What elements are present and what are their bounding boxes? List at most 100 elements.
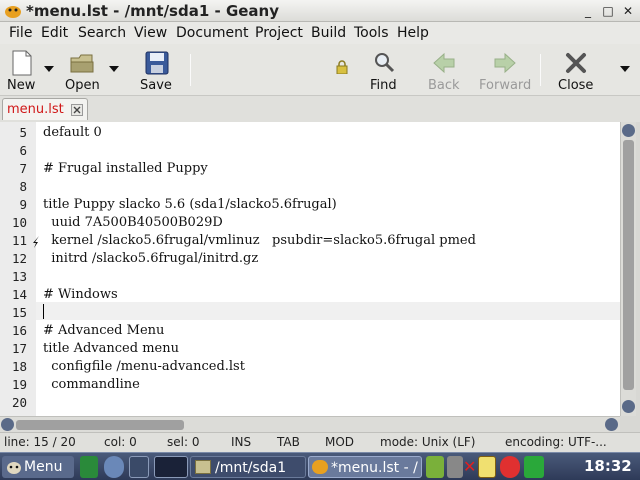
code-line: uuid 7A500B40500B029D	[43, 215, 223, 230]
line-number: 18	[11, 359, 27, 374]
line-number: 5	[19, 125, 27, 140]
menu-help[interactable]: Help	[397, 25, 429, 41]
folder-open-icon	[70, 54, 94, 73]
arrow-right-icon	[494, 52, 516, 74]
find-button[interactable]: Find	[366, 46, 402, 94]
menu-edit[interactable]: Edit	[41, 25, 68, 41]
clock: 18:32	[584, 457, 632, 475]
scrollbar-corner	[620, 416, 640, 432]
geany-icon	[5, 6, 21, 18]
line-number: 20	[11, 395, 27, 410]
tray-stop-icon[interactable]	[500, 456, 520, 478]
toolbar-separator	[540, 54, 541, 86]
menu-tools[interactable]: Tools	[354, 25, 389, 41]
line-number: 12	[11, 251, 27, 266]
desktop-icon[interactable]	[80, 456, 98, 478]
tab-menu-lst[interactable]: menu.lst	[2, 98, 88, 120]
line-number: 10	[11, 215, 27, 230]
menubar: File Edit Search View Document Project B…	[0, 22, 640, 44]
new-button[interactable]: New	[4, 46, 40, 94]
vertical-scrollbar[interactable]	[620, 122, 636, 416]
code-line: title Advanced menu	[43, 341, 179, 356]
status-col: col: 0	[104, 435, 137, 449]
menu-document[interactable]: Document	[176, 25, 249, 41]
task-file-manager[interactable]: /mnt/sda1	[190, 456, 306, 478]
puppy-icon	[7, 462, 21, 474]
tray-close-icon[interactable]: ✕	[463, 456, 476, 478]
window-title: *menu.lst - /mnt/sda1 - Geany	[26, 2, 280, 20]
menu-build[interactable]: Build	[311, 25, 346, 41]
lock-icon[interactable]	[336, 60, 348, 74]
line-number: 9	[19, 197, 27, 212]
geany-icon	[312, 460, 328, 474]
line-number: 7	[19, 161, 27, 176]
magnifier-icon	[375, 53, 395, 73]
workspace-pager[interactable]	[154, 456, 188, 478]
new-dropdown-arrow[interactable]	[44, 66, 54, 72]
vertical-scroll-thumb[interactable]	[623, 140, 634, 390]
line-number: 14	[11, 287, 27, 302]
maximize-button[interactable]: □	[600, 4, 616, 18]
terminal-icon[interactable]	[129, 456, 149, 478]
menu-search[interactable]: Search	[78, 25, 126, 41]
window-titlebar[interactable]: *menu.lst - /mnt/sda1 - Geany _ □ ✕	[0, 0, 640, 22]
text-caret	[43, 304, 44, 319]
new-file-icon	[12, 50, 32, 76]
minimize-button[interactable]: _	[580, 4, 596, 18]
status-mod: MOD	[325, 435, 355, 449]
line-number: 13	[11, 269, 27, 284]
line-number: 19	[11, 377, 27, 392]
scroll-down-icon[interactable]	[622, 400, 635, 413]
close-file-button[interactable]: Close	[556, 46, 596, 94]
save-button[interactable]: Save	[138, 46, 176, 94]
code-line: kernel /slacko5.6frugal/vmlinuz psubdir=…	[43, 233, 476, 248]
back-button[interactable]: Back	[424, 46, 464, 94]
toolbar-separator	[190, 54, 191, 86]
taskbar: Menu /mnt/sda1 *menu.lst - / ✕ 18:32	[0, 452, 640, 480]
tray-battery-icon[interactable]	[524, 456, 544, 478]
line-number: 15	[11, 305, 27, 320]
current-line-highlight	[36, 302, 620, 320]
status-sel: sel: 0	[167, 435, 200, 449]
horizontal-scrollbar[interactable]	[0, 416, 620, 432]
status-encoding: encoding: UTF-...	[505, 435, 607, 449]
code-editor[interactable]: 5 6 7 8 9 10 11 12 13 14 15 16 17 18 19 20 default 0 # F…	[0, 122, 620, 416]
status-mode: mode: Unix (LF)	[380, 435, 476, 449]
tray-network-icon[interactable]	[426, 456, 444, 478]
line-number: 16	[11, 323, 27, 338]
tray-package-icon[interactable]	[478, 456, 496, 478]
close-window-button[interactable]: ✕	[620, 4, 636, 18]
code-line: # Windows	[43, 287, 118, 302]
floppy-disk-icon	[145, 51, 169, 75]
status-ins: INS	[231, 435, 252, 449]
line-number: 11	[11, 233, 27, 248]
open-button[interactable]: Open	[62, 46, 102, 94]
code-line: # Frugal installed Puppy	[43, 161, 208, 176]
line-number: 8	[19, 179, 27, 194]
code-line: title Puppy slacko 5.6 (sda1/slacko5.6fr…	[43, 197, 337, 212]
start-menu-button[interactable]: Menu	[2, 456, 74, 478]
menu-view[interactable]: View	[134, 25, 167, 41]
code-line: initrd /slacko5.6frugal/initrd.gz	[43, 251, 259, 266]
task-geany[interactable]: *menu.lst - /	[308, 456, 422, 478]
toolbar-overflow-arrow[interactable]	[620, 66, 630, 72]
status-tab: TAB	[277, 435, 300, 449]
open-dropdown-arrow[interactable]	[109, 66, 119, 72]
code-line: configfile /menu-advanced.lst	[43, 359, 245, 374]
menu-project[interactable]: Project	[255, 25, 303, 41]
mouse-cursor-icon	[33, 236, 39, 248]
code-line: # Advanced Menu	[43, 323, 165, 338]
scroll-right-icon[interactable]	[605, 418, 618, 431]
code-line: commandline	[43, 377, 140, 392]
scroll-up-icon[interactable]	[622, 124, 635, 137]
forward-button[interactable]: Forward	[478, 46, 532, 94]
status-line: line: 15 / 20	[4, 435, 76, 449]
scroll-left-icon[interactable]	[1, 418, 14, 431]
line-number-gutter: 5 6 7 8 9 10 11 12 13 14 15 16 17 18 19 20	[0, 122, 36, 416]
menu-file[interactable]: File	[9, 25, 32, 41]
horizontal-scroll-thumb[interactable]	[16, 420, 184, 430]
code-line: default 0	[43, 125, 102, 140]
browser-icon[interactable]	[104, 456, 124, 478]
tray-volume-icon[interactable]	[447, 456, 463, 478]
tab-close-icon[interactable]	[71, 104, 83, 116]
